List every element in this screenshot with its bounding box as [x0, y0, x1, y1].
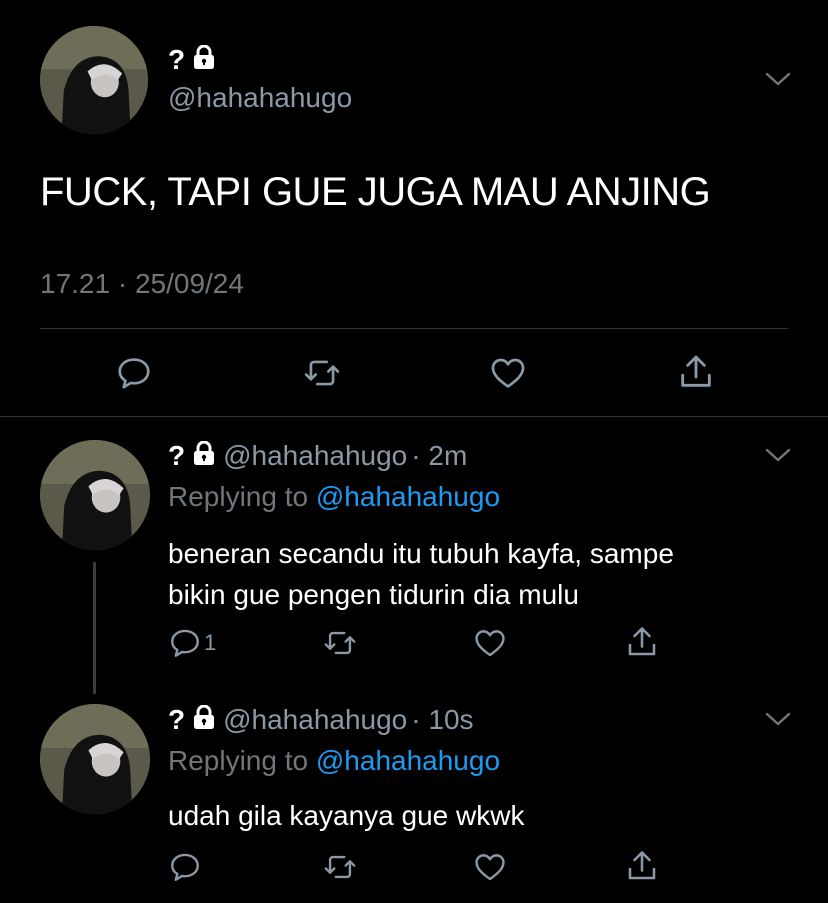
display-name[interactable]: ?: [168, 44, 185, 76]
like-icon: [491, 358, 525, 388]
replying-to-link[interactable]: @hahahahugo: [316, 745, 500, 776]
like-icon: [475, 630, 505, 657]
reply-button[interactable]: 1: [168, 626, 216, 660]
reply-text-line: udah gila kayanya gue wkwk: [168, 800, 525, 831]
chevron-down-icon[interactable]: [764, 70, 792, 93]
like-icon: [475, 854, 505, 881]
reply-button[interactable]: [115, 354, 153, 392]
display-name-row: ?: [168, 704, 215, 736]
like-button[interactable]: [472, 850, 508, 884]
retweet-button[interactable]: [322, 626, 358, 660]
reply-button[interactable]: [168, 850, 202, 884]
share-icon: [681, 355, 711, 387]
avatar-image: [40, 440, 150, 550]
thread-line: [93, 562, 96, 694]
handle[interactable]: @hahahahugo: [223, 440, 407, 472]
reply-time[interactable]: · 10s: [411, 704, 473, 736]
chevron-down-icon[interactable]: [764, 710, 792, 733]
retweet-button[interactable]: [322, 850, 358, 884]
timestamp[interactable]: 17.21 · 25/09/24: [40, 268, 244, 300]
share-button[interactable]: [676, 352, 716, 392]
share-button[interactable]: [624, 848, 660, 884]
tweet-text: FUCK, TAPI GUE JUGA MAU ANJING: [40, 170, 711, 214]
reply-text: beneran secandu itu tubuh kayfa, sampe b…: [168, 533, 674, 615]
reply-icon: [118, 358, 150, 389]
lock-icon: [193, 704, 215, 736]
like-button[interactable]: [472, 626, 508, 660]
retweet-icon: [304, 360, 340, 386]
divider: [40, 328, 788, 329]
reply-text: udah gila kayanya gue wkwk: [168, 795, 524, 836]
reply-time[interactable]: · 2m: [411, 440, 467, 472]
display-name[interactable]: ?: [168, 440, 185, 472]
reply-text-line: beneran secandu itu tubuh kayfa, sampe: [168, 538, 674, 569]
avatar[interactable]: [40, 26, 148, 134]
share-icon: [628, 851, 656, 880]
avatar-image: [40, 704, 150, 814]
retweet-button[interactable]: [302, 354, 342, 392]
lock-icon: [193, 44, 215, 76]
like-button[interactable]: [488, 354, 528, 392]
replying-prefix: Replying to: [168, 745, 309, 776]
replying-to-link[interactable]: @hahahahugo: [316, 481, 500, 512]
display-name-row: ?: [168, 440, 215, 472]
reply-count: 1: [204, 630, 217, 655]
chevron-down-icon[interactable]: [764, 446, 792, 469]
replying-prefix: Replying to: [168, 481, 309, 512]
reply-text-line: bikin gue pengen tidurin dia mulu: [168, 579, 579, 610]
retweet-icon: [324, 631, 356, 655]
replying-to: Replying to @hahahahugo: [168, 481, 500, 513]
reply-header: ? @hahahahugo · 2m: [168, 440, 467, 472]
reply-avatar[interactable]: [40, 440, 150, 550]
handle[interactable]: @hahahahugo: [168, 82, 352, 114]
reply-icon: [171, 853, 199, 881]
display-name[interactable]: ?: [168, 704, 185, 736]
retweet-icon: [324, 855, 356, 879]
reply-header: ? @hahahahugo · 10s: [168, 704, 474, 736]
replying-to: Replying to @hahahahugo: [168, 745, 500, 777]
avatar-image: [40, 26, 148, 134]
handle[interactable]: @hahahahugo: [223, 704, 407, 736]
share-icon: [628, 627, 656, 656]
share-button[interactable]: [624, 624, 660, 660]
reply-icon: [171, 629, 199, 657]
lock-icon: [193, 440, 215, 472]
display-name-row: ?: [168, 44, 215, 76]
section-divider: [0, 416, 828, 417]
reply-avatar[interactable]: [40, 704, 150, 814]
